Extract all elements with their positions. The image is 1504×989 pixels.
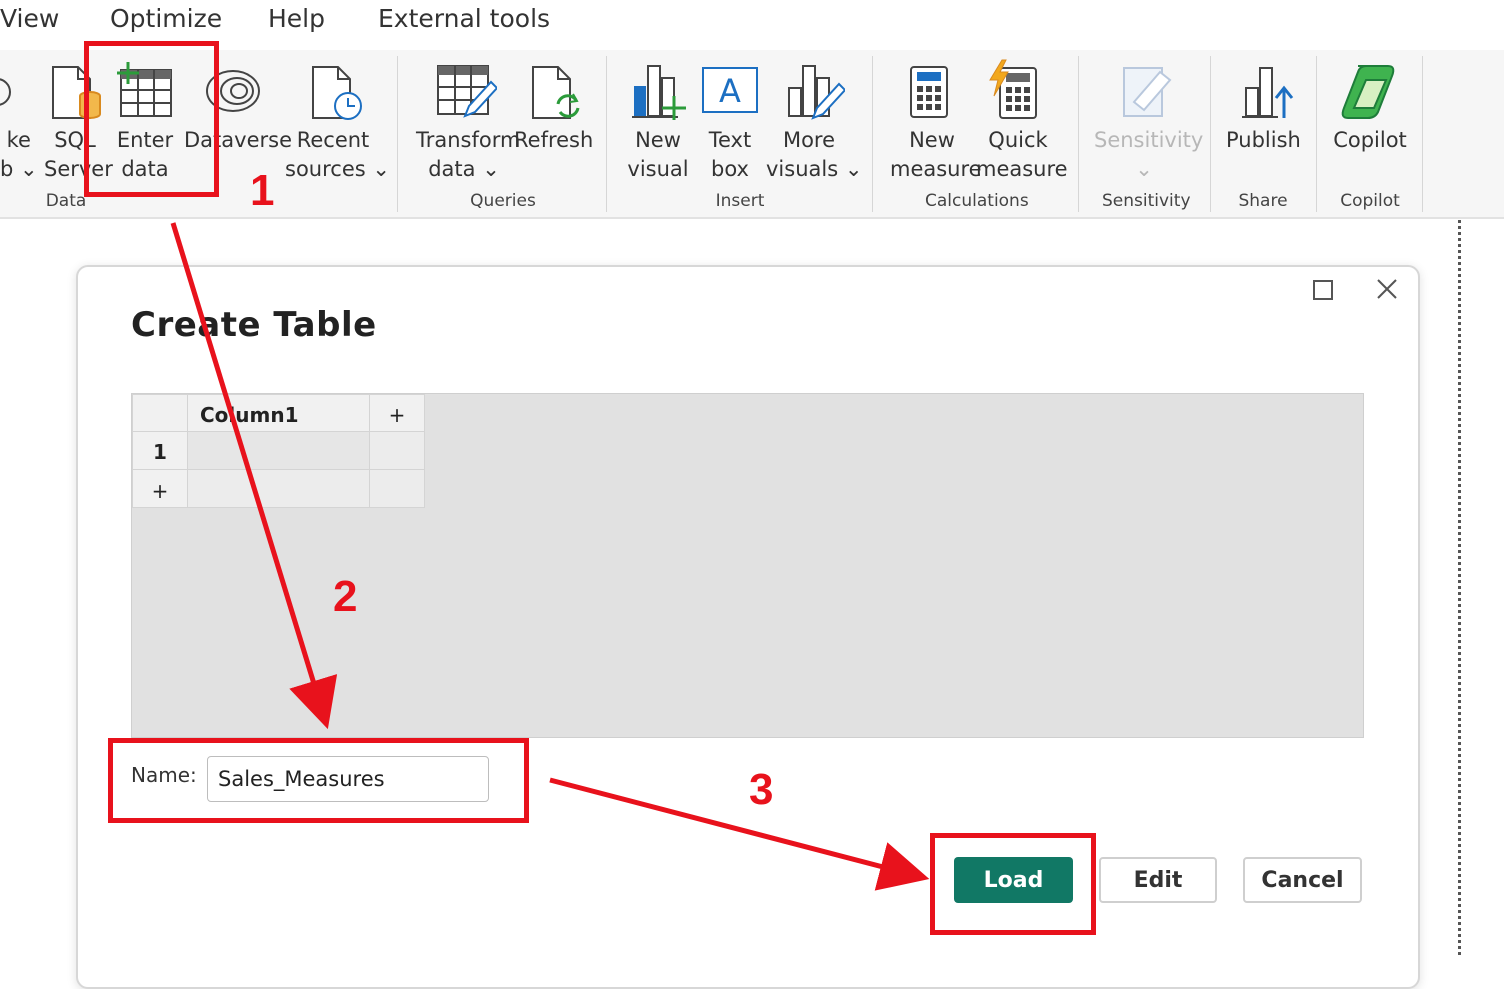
arrow-step-2	[170, 222, 338, 730]
arrow-step-3	[549, 777, 930, 891]
annotation-arrows	[170, 222, 930, 891]
